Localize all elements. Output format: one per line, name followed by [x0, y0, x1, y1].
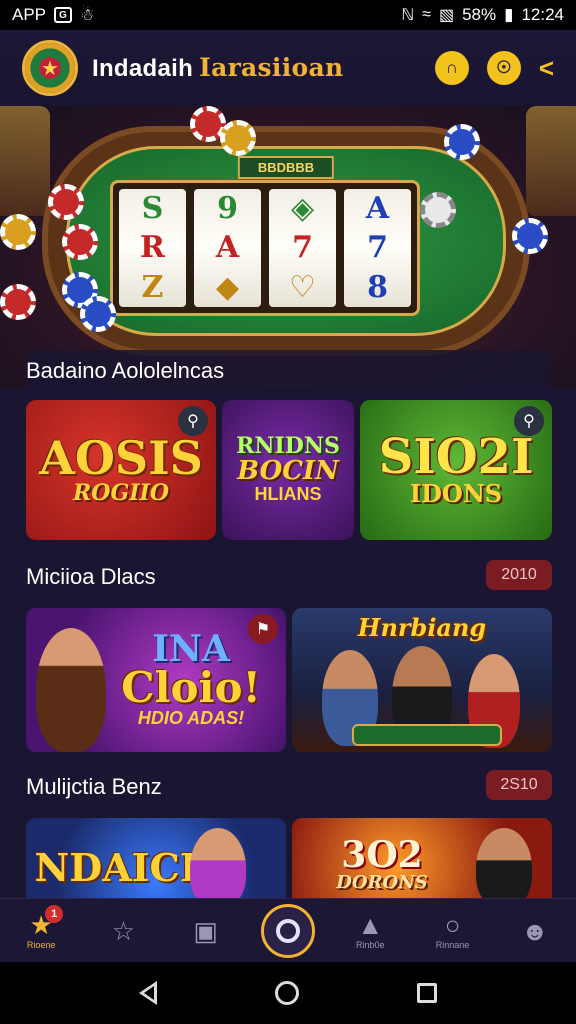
card-subtitle: BOCIN	[237, 455, 339, 486]
nav-label: Rinb0e	[356, 939, 385, 950]
bottom-navigation: ★ Rioene 1 ☆ ▣ ▲ Rinb0e ○ Rinnane ☻	[0, 898, 576, 962]
notification-icon: G	[54, 7, 73, 23]
slot-reel: A78	[344, 189, 411, 307]
screen-icon: ▣	[193, 915, 218, 946]
brand-title-part2: Iarasiioan	[199, 53, 344, 82]
casino-chip	[220, 120, 256, 156]
card-subtitle: IDONS	[409, 478, 503, 508]
wifi-icon: ≈	[422, 6, 431, 23]
game-card-dorons[interactable]: 3O2 DORONS	[292, 818, 552, 898]
card-title: Hnrbiang	[357, 613, 487, 642]
section-badge[interactable]: 2010	[486, 560, 552, 590]
chip-button-icon	[260, 903, 315, 958]
nav-favorites[interactable]: ☆	[95, 903, 151, 959]
back-icon[interactable]	[139, 981, 157, 1005]
casino-chip	[80, 296, 116, 332]
casino-chip	[0, 214, 36, 250]
decor-pillar-right	[526, 106, 576, 216]
clock: 12:24	[521, 5, 564, 24]
game-card-bocin[interactable]: RNIDNS BOCIN HLIANS	[222, 400, 354, 540]
casino-chip	[512, 218, 548, 254]
nav-games[interactable]: ▣	[178, 903, 234, 959]
nav-label: Rinnane	[435, 939, 470, 950]
game-card-hnrbiang[interactable]: Hnrbiang	[292, 608, 552, 752]
app-header: ★ Indadaih Iarasiioan ∩ ☉ <	[0, 30, 576, 106]
wallet-icon[interactable]: ∩	[434, 51, 469, 85]
game-card-cloio[interactable]: INA Cloio! HDIO ADAS! ⚑	[26, 608, 286, 752]
casino-chip	[420, 192, 456, 228]
share-icon[interactable]: <	[539, 53, 554, 84]
game-card-sio2i[interactable]: SIO2I IDONS ⚲	[360, 400, 552, 540]
casino-logo-icon[interactable]: ★	[22, 40, 78, 96]
card-subtitle: ROGIIO	[73, 479, 169, 506]
card-subtitle: DORONS	[336, 872, 428, 894]
battery-level: 58%	[462, 5, 497, 24]
game-card-aosis[interactable]: AOSIS ROGIIO ⚲	[26, 400, 216, 540]
system-navigation-bar	[0, 962, 576, 1024]
section-title-featured: Badaino Aololelncas	[26, 358, 225, 383]
card-title: 3O2	[341, 834, 423, 877]
nav-center[interactable]	[260, 903, 316, 959]
battery-icon: ▮	[504, 5, 514, 24]
notification-badge: 1	[45, 904, 64, 923]
card-title: NDAICI	[34, 845, 198, 890]
brand-title-part1: Indadaih	[92, 55, 194, 82]
table-label: BBDBBB	[237, 156, 335, 179]
section-title-deals: Miciioa Dlacs	[26, 564, 156, 589]
card-tagline: HDIO ADAS!	[137, 708, 245, 729]
nav-profile[interactable]: ☻	[507, 903, 563, 959]
search-icon[interactable]: ⚲	[178, 406, 208, 436]
hero-banner[interactable]: BBDBBB SRZ 9 A ◆ ◈ 7 ♡ A78	[0, 106, 576, 388]
nav-home[interactable]: ★ Rioene 1	[13, 903, 69, 959]
section-title-bonus: Mulijctia Benz	[26, 774, 162, 799]
card-title: SIO2I	[378, 428, 534, 485]
bookmark-icon[interactable]: ⚑	[248, 614, 278, 644]
casino-chip	[444, 124, 480, 160]
nfc-icon: ℕ	[401, 7, 415, 24]
card-tagline: HLIANS	[254, 484, 322, 505]
decor-pillar-left	[0, 106, 50, 216]
signal-icon: ▧	[438, 7, 455, 24]
card-title: AOSIS	[39, 430, 203, 485]
star-icon: ☆	[111, 915, 136, 946]
character-image	[190, 828, 246, 898]
gift-icon: ▲	[357, 909, 384, 940]
card-title: RNIDNS	[236, 432, 340, 459]
slot-reel: ◈ 7 ♡	[269, 189, 336, 307]
search-icon[interactable]: ⚲	[514, 406, 544, 436]
table-rail	[352, 724, 502, 746]
brand-title: Indadaih Iarasiioan	[92, 53, 343, 83]
card-subtitle: Cloio!	[121, 663, 261, 713]
user-icon: ☻	[521, 915, 549, 946]
slot-reel: 9 A ◆	[194, 189, 261, 307]
nav-support[interactable]: ○ Rinnane	[425, 903, 481, 959]
card-title: INA	[152, 628, 230, 671]
nav-label: Rioene	[26, 939, 56, 950]
headset-icon: ○	[444, 909, 461, 940]
slot-reels: SRZ 9 A ◆ ◈ 7 ♡ A78	[110, 180, 420, 316]
character-image	[476, 828, 532, 898]
game-card-ndaici[interactable]: NDAICI	[26, 818, 286, 898]
section-badge[interactable]: 2S10	[486, 770, 552, 800]
home-icon[interactable]	[275, 981, 299, 1005]
android-icon: ☃	[80, 7, 95, 24]
casino-chip	[48, 184, 84, 220]
character-image	[36, 628, 106, 752]
slot-reel: SRZ	[119, 189, 186, 307]
account-icon[interactable]: ☉	[486, 51, 521, 85]
casino-chip	[62, 224, 98, 260]
nav-rewards[interactable]: ▲ Rinb0e	[342, 903, 398, 959]
recent-apps-icon[interactable]	[417, 983, 437, 1003]
casino-chip	[0, 284, 36, 320]
status-bar: APP G ☃ ℕ ≈ ▧ 58% ▮ 12:24	[0, 0, 576, 30]
app-label: APP	[12, 5, 47, 24]
